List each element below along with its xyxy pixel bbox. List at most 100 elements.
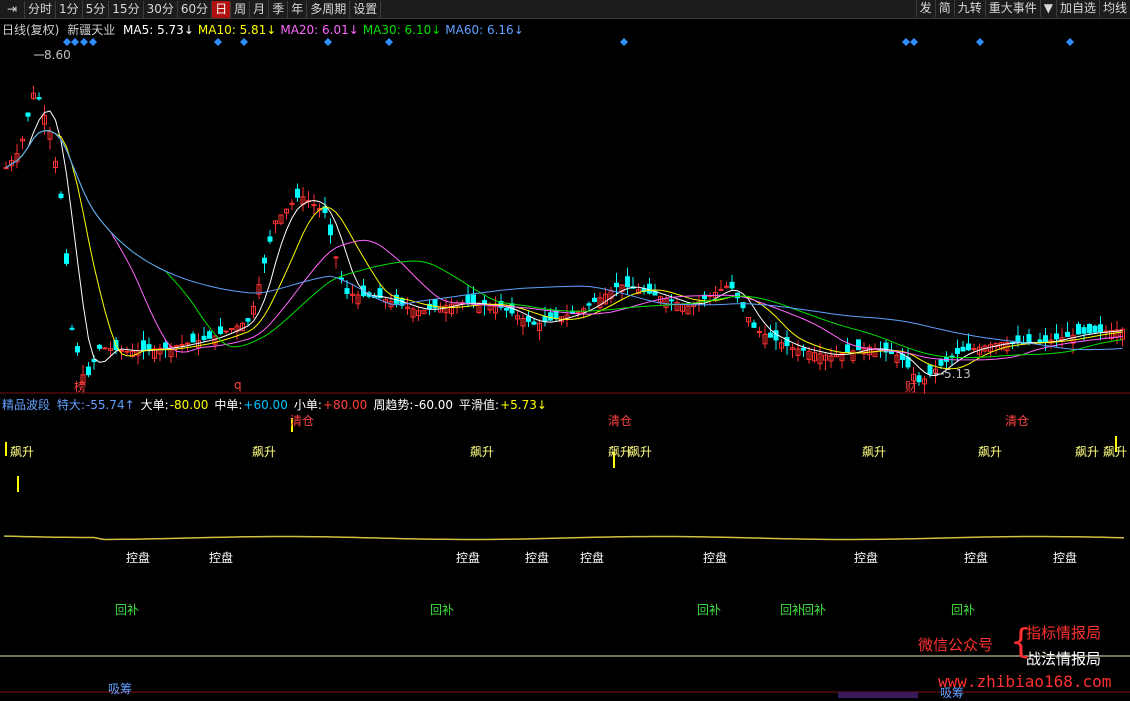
candle-body xyxy=(102,347,108,350)
candle-body xyxy=(86,366,91,376)
watermark-right2: 战法情报局 xyxy=(1026,650,1102,668)
huibu-label-2: 回补 xyxy=(697,603,722,617)
huibu-label-4: 回补 xyxy=(802,603,827,617)
huibu-label-5: 回补 xyxy=(951,603,976,617)
candle-body xyxy=(69,327,75,330)
candle-body xyxy=(955,347,960,354)
candle-body xyxy=(1065,331,1070,337)
qingcang-label-0: 清仓 xyxy=(290,414,315,428)
candle-body xyxy=(614,282,619,288)
candle-body xyxy=(223,330,229,333)
candle-body xyxy=(625,276,630,288)
candle-body xyxy=(856,339,861,351)
smooth-line xyxy=(3,535,1125,541)
qingcang-label-1: 清仓 xyxy=(608,414,633,428)
candle-body xyxy=(927,364,933,375)
ma20-line xyxy=(5,130,1123,361)
piaosheng-label-4: 飙升 xyxy=(628,445,653,459)
kongpan-label-0: 控盘 xyxy=(126,551,151,565)
ma5-line xyxy=(5,110,1123,377)
event-marker-0: 榜 xyxy=(74,380,87,394)
candle-body xyxy=(801,347,806,351)
piaosheng-label-7: 飙升 xyxy=(1075,445,1100,459)
huibu-label-1: 回补 xyxy=(430,603,455,617)
candle-body xyxy=(647,283,652,294)
candle-body xyxy=(267,236,273,242)
candle-body xyxy=(185,342,190,345)
event-marker-2: 财 xyxy=(905,380,918,394)
candle-body xyxy=(592,297,597,302)
candle-body xyxy=(531,321,537,325)
indicator-value-0: 特大:-55.74↑ xyxy=(56,398,135,412)
candle-body xyxy=(58,193,64,199)
candle-body xyxy=(757,330,762,333)
kongpan-label-3: 控盘 xyxy=(525,551,550,565)
candle-body xyxy=(141,340,146,351)
candle-body xyxy=(542,316,548,323)
piaosheng-label-5: 飙升 xyxy=(862,445,887,459)
piaosheng-label-6: 飙升 xyxy=(978,445,1003,459)
candle-body xyxy=(718,288,724,291)
candle-body xyxy=(75,346,80,353)
event-diamond-icon xyxy=(214,38,222,46)
candle-body xyxy=(465,295,471,304)
candle-body xyxy=(218,326,223,334)
candle-body xyxy=(1026,334,1032,344)
candle-body xyxy=(575,311,581,314)
kongpan-label-8: 控盘 xyxy=(1053,551,1078,565)
scroll-indicator[interactable] xyxy=(838,692,918,698)
watermark-url: www.zhibiao168.com xyxy=(938,672,1112,691)
indicator-value-3: 小单:+80.00 xyxy=(293,398,368,412)
candle-body xyxy=(971,347,977,350)
candle-body xyxy=(1081,327,1087,334)
candle-body xyxy=(751,322,757,328)
candle-body xyxy=(311,204,317,207)
candle-body xyxy=(586,303,592,306)
candle-body xyxy=(1076,323,1081,335)
event-diamond-icon xyxy=(1066,38,1074,46)
candle-body xyxy=(669,299,674,302)
candle-body xyxy=(25,112,31,117)
indicator-value-5: 平滑值:+5.73↓ xyxy=(459,398,547,412)
candle-body xyxy=(960,346,966,352)
candle-body xyxy=(916,375,922,383)
piaosheng-label-0: 飙升 xyxy=(10,445,35,459)
candle-body xyxy=(262,257,267,264)
candle-body xyxy=(1087,323,1092,334)
event-diamond-icon xyxy=(80,38,88,46)
kongpan-label-4: 控盘 xyxy=(580,551,605,565)
candle-body xyxy=(190,333,196,343)
candle-body xyxy=(146,344,152,350)
candle-body xyxy=(328,224,333,236)
indicator-value-1: 大单:-80.00 xyxy=(140,398,209,412)
event-diamond-icon xyxy=(324,38,332,46)
kongpan-label-5: 控盘 xyxy=(703,551,728,565)
candle-body xyxy=(97,344,102,349)
event-diamond-icon xyxy=(71,38,79,46)
indicator-name: 精品波段 xyxy=(2,398,51,412)
event-diamond-icon xyxy=(63,38,71,46)
event-diamond-icon xyxy=(89,38,97,46)
candle-body xyxy=(179,343,185,346)
candle-body xyxy=(768,332,773,338)
indicator-value-2: 中单:+60.00 xyxy=(214,398,288,412)
kongpan-label-7: 控盘 xyxy=(964,551,989,565)
candle-body xyxy=(504,307,509,311)
candle-body xyxy=(207,331,212,339)
huibu-label-3: 回补 xyxy=(780,603,805,617)
candle-body xyxy=(1043,335,1048,342)
piaosheng-label-2: 飙升 xyxy=(470,445,495,459)
candle-body xyxy=(966,343,971,351)
candle-body xyxy=(1092,325,1098,333)
piaosheng-label-1: 飙升 xyxy=(252,445,277,459)
candle-body xyxy=(3,167,9,170)
event-diamond-icon xyxy=(385,38,393,46)
high-price-label: 8.60 xyxy=(44,48,71,62)
kline-chart[interactable] xyxy=(0,0,1130,698)
event-diamond-icon xyxy=(240,38,248,46)
low-price-label: 5.13 xyxy=(944,367,971,381)
indicator-value-4: 周趋势:-60.00 xyxy=(373,398,454,412)
watermark-right1: 指标情报局 xyxy=(1026,624,1102,642)
watermark-left: 微信公众号 xyxy=(918,636,994,654)
candle-body xyxy=(36,97,42,100)
